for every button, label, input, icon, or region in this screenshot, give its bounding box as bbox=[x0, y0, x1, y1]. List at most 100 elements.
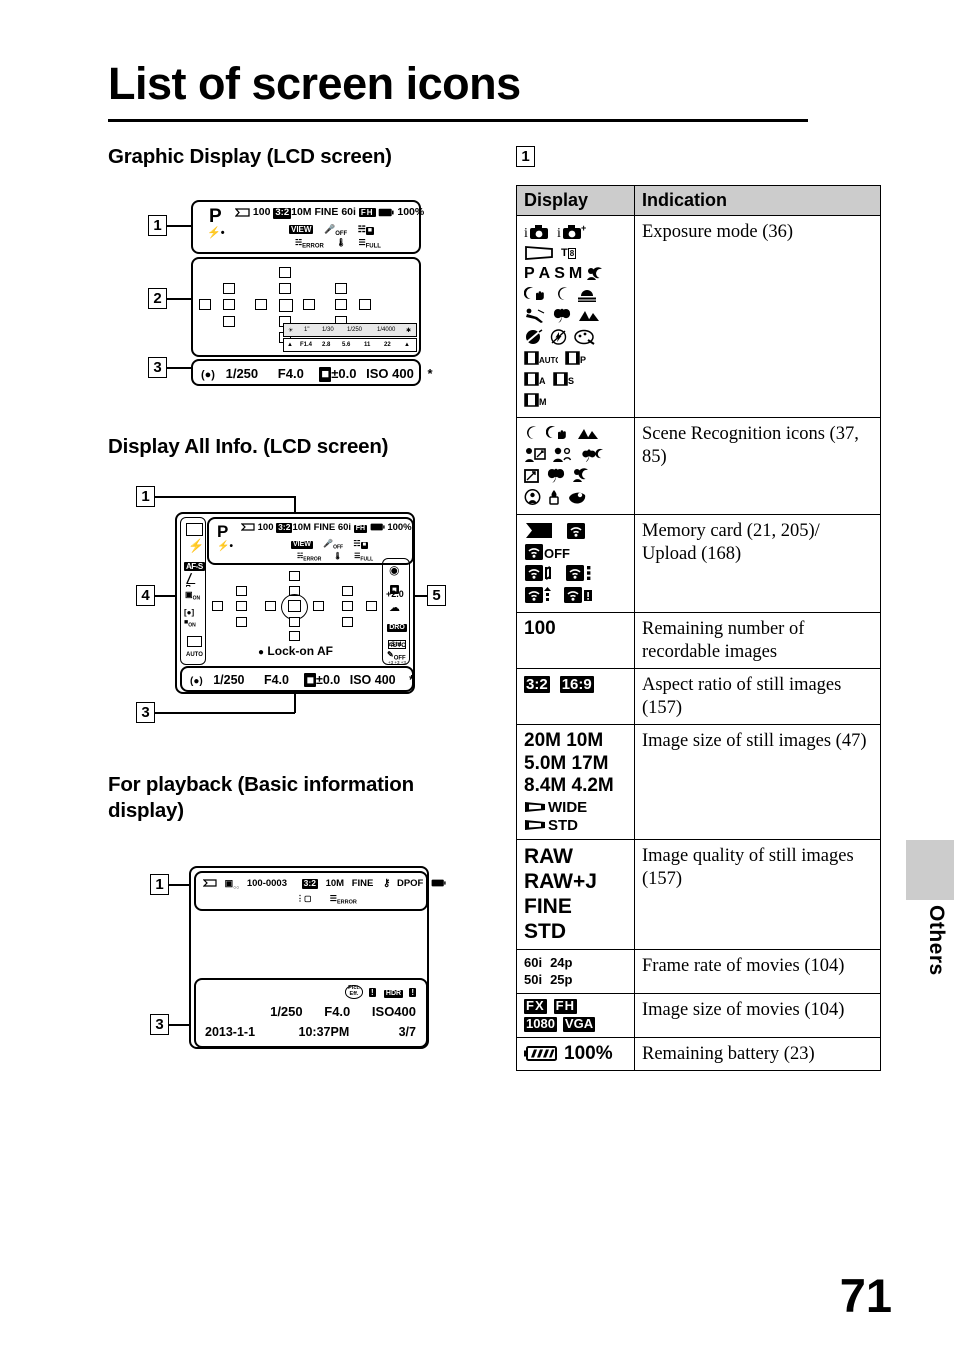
steadyshot-error-icon: ☵ERROR bbox=[297, 553, 322, 563]
all-info-af-area bbox=[207, 567, 384, 642]
callout-1-table: 1 bbox=[516, 146, 535, 167]
iso-value: ISO 400 bbox=[366, 366, 414, 381]
af-point bbox=[289, 571, 300, 581]
shutter-tick: 1/4000 bbox=[377, 327, 396, 333]
quality-raw: RAW bbox=[524, 845, 573, 869]
night-macro-icon bbox=[582, 446, 604, 464]
icon-table-wrapper: Display Indication i i + T8 P A S M AUT … bbox=[516, 185, 881, 1072]
section-heading-display-all-info: Display All Info. (LCD screen) bbox=[108, 435, 389, 458]
database-full-icon: ☰FULL bbox=[354, 553, 374, 563]
icon-line: T8 bbox=[524, 244, 627, 262]
portrait-icon bbox=[553, 446, 575, 464]
battery-icon bbox=[431, 878, 446, 889]
callout-4-allinfo: 4 bbox=[136, 585, 155, 606]
movie-size-1080-badge: 1080 bbox=[524, 1015, 557, 1032]
flash-ready-icon: ⚡• bbox=[207, 227, 225, 239]
af-point bbox=[236, 586, 247, 596]
indication-exposure-mode: Exposure mode (36) bbox=[634, 215, 881, 418]
warning-icon: ! bbox=[369, 987, 376, 997]
af-point bbox=[223, 283, 235, 294]
ae-lock-icon: * bbox=[427, 366, 433, 381]
picture-effect-icon bbox=[574, 328, 596, 346]
quality-label: FINE bbox=[351, 878, 374, 889]
aperture-tick: 2.8 bbox=[322, 342, 331, 348]
database-full-icon: ☰FULL bbox=[358, 238, 381, 250]
aperture-tick: F1.4 bbox=[300, 342, 313, 348]
continuous-priority-ae-icon: T8 bbox=[561, 247, 577, 259]
wifi-card-standby-icon bbox=[565, 564, 593, 582]
leader-line bbox=[294, 692, 296, 713]
af-point bbox=[212, 601, 223, 611]
hdr-badge: HDR bbox=[383, 989, 404, 998]
image-counter: 3/7 bbox=[398, 1025, 416, 1039]
leader-line bbox=[167, 367, 191, 369]
auto-mode-icon: AUTO bbox=[186, 636, 203, 658]
af-point bbox=[223, 299, 235, 310]
aperture-tick: 11 bbox=[364, 342, 371, 348]
display-cell-image-size-movies: FX FH 1080 VGA bbox=[516, 992, 635, 1038]
display-cell-remaining-images: 100 bbox=[516, 611, 635, 670]
leader-line bbox=[167, 225, 191, 227]
image-size-line: 20M 10M bbox=[524, 730, 604, 752]
warning-icon: ! bbox=[409, 987, 416, 997]
af-point bbox=[223, 316, 235, 327]
movie-a-icon: A bbox=[524, 370, 546, 388]
svg-text:i: i bbox=[557, 226, 561, 240]
mode-a-icon: A bbox=[538, 265, 551, 282]
ev-value: ±0.0 bbox=[331, 366, 357, 381]
spotlight-icon bbox=[524, 488, 541, 506]
database-error-icon: ☰ERROR bbox=[329, 894, 357, 906]
picture-effect-off-icon: ✎OFF bbox=[387, 650, 406, 662]
ev-icon: ■ bbox=[304, 673, 317, 688]
quality-raw-jpeg: RAW+J bbox=[524, 870, 597, 894]
image-size-label: 10M bbox=[291, 206, 312, 218]
landscape-icon bbox=[577, 425, 599, 443]
indication-image-quality-still: Image quality of still images (157) bbox=[634, 839, 881, 951]
af-point bbox=[342, 601, 353, 611]
flash-ready-icon: ⚡• bbox=[217, 541, 233, 552]
steadyshot-icon: ☵ bbox=[353, 539, 361, 548]
image-size-line: 5.0M 17M bbox=[524, 752, 609, 774]
playback-bottom-bar: Pict. Eff. ! HDR ! 1/250 F4.0 ISO400 2013… bbox=[194, 978, 428, 1048]
column-header-display: Display bbox=[516, 185, 635, 216]
panorama-std-row: STD bbox=[524, 816, 627, 834]
manual-page: List of screen icons Graphic Display (LC… bbox=[0, 0, 954, 1345]
icon-line: i i + bbox=[524, 223, 627, 241]
aperture-value: F4.0 bbox=[324, 1004, 351, 1019]
table-row: Scene Recognition icons (37, 85) bbox=[516, 417, 881, 515]
steadyshot-icon: ☵ bbox=[357, 224, 366, 234]
af-point bbox=[289, 631, 300, 641]
panorama-icon bbox=[524, 816, 546, 834]
icon-line bbox=[524, 446, 627, 464]
exposure-mode-indicator: P bbox=[217, 522, 229, 541]
iso-value: ISO 400 bbox=[349, 673, 396, 687]
aspect-ratio-badge: 3:2 bbox=[276, 522, 293, 533]
smart-teleconverter-icon: ■ bbox=[365, 227, 375, 236]
column-header-indication: Indication bbox=[634, 185, 881, 216]
key-icon: ⚷ bbox=[382, 878, 391, 889]
smile-shutter-on-icon: [●] ■ON bbox=[184, 608, 196, 629]
view-badge: VIEW bbox=[291, 541, 313, 550]
icon-line: M bbox=[524, 391, 627, 409]
flash-off-icon bbox=[550, 328, 567, 346]
af-point bbox=[342, 586, 353, 596]
movie-size-fx-badge: FX bbox=[524, 997, 547, 1014]
af-point bbox=[279, 267, 291, 278]
table-row: 3:2 16:9 Aspect ratio of still images (1… bbox=[516, 668, 881, 726]
leader-line bbox=[169, 1024, 189, 1026]
framerate-24p: 24p bbox=[550, 955, 573, 971]
white-balance-cloudy-icon: ☁ bbox=[389, 602, 400, 614]
view-mode-icon: ▣○○ bbox=[224, 878, 240, 891]
aperture-scale-icon: ▲ bbox=[287, 342, 293, 348]
battery-icon bbox=[524, 1045, 558, 1063]
shutter-tick: 1/30 bbox=[322, 327, 334, 333]
i-auto-plus-icon: i + bbox=[557, 223, 587, 241]
hand-held-twilight-icon bbox=[524, 286, 548, 304]
smart-zoom-icon: ⋮▢ bbox=[296, 894, 312, 903]
callout-1-playback: 1 bbox=[150, 874, 169, 895]
af-point bbox=[313, 601, 324, 611]
table-header-row: Display Indication bbox=[516, 185, 881, 216]
all-info-screen: ⚡ AF-S ⎳ ⎴ ▣ON [●] ■ON AUTO P ⚡• 100 3:2 1… bbox=[175, 512, 415, 694]
display-cell-aspect-ratio: 3:2 16:9 bbox=[516, 668, 635, 726]
quality-fine: FINE bbox=[524, 894, 572, 918]
